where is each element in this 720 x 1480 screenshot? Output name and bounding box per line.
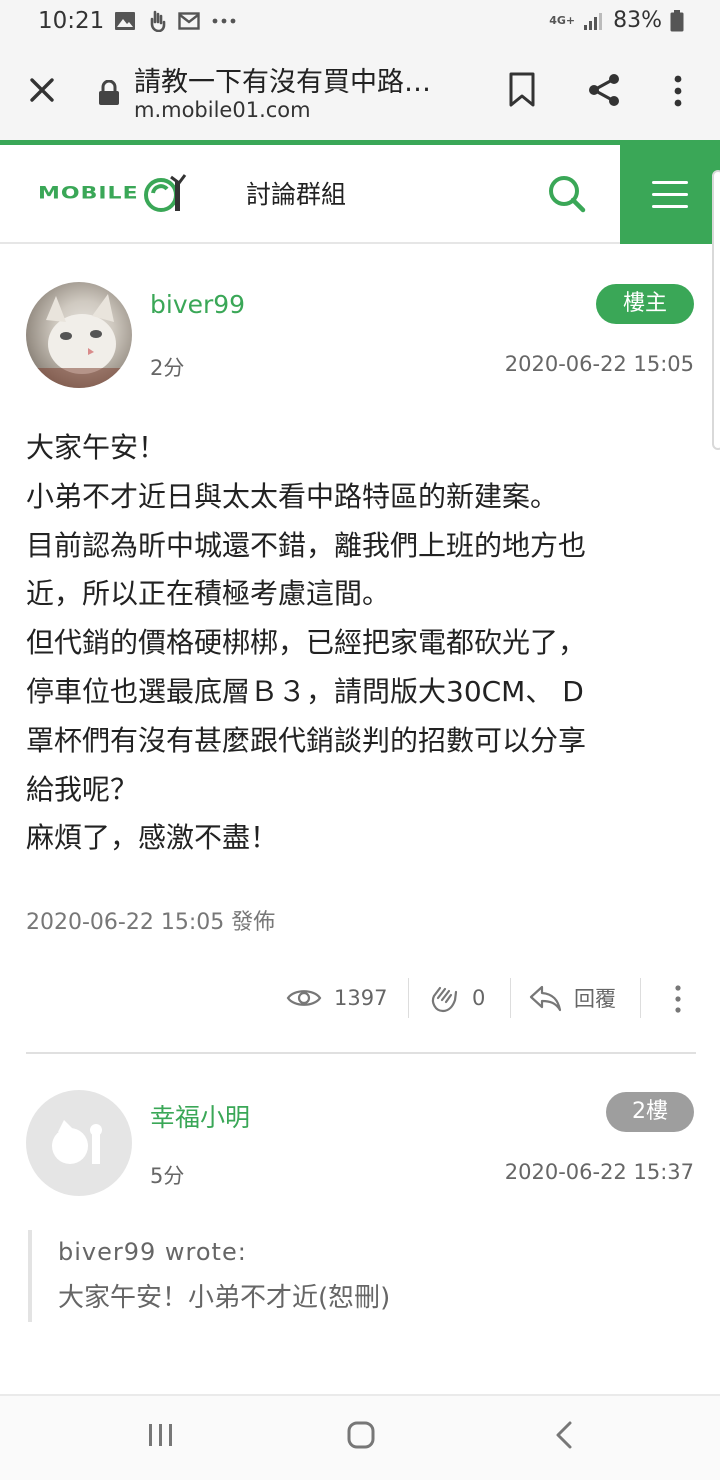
post-line: 給我呢？ [26,772,139,806]
page-title[interactable]: 請教一下有沒有買中路… [134,60,431,99]
more-vert-icon[interactable] [672,984,684,1014]
avatar[interactable] [26,282,132,388]
menu-button[interactable] [620,145,720,244]
cat-avatar-image [26,294,132,388]
post-line: 罩杯們有沒有甚麼跟代銷談判的招數可以分享 [26,723,587,757]
quote-text: 大家午安！小弟不才近(恕刪) [58,1283,391,1313]
side-drawer-handle[interactable] [712,170,720,450]
views-value: 1397 [334,986,388,1010]
action-separator [640,978,641,1018]
posted-date: 2020-06-22 15:05 發佈 [26,910,276,935]
reply-label: 回覆 [574,987,616,1011]
likes-value: 0 [472,986,486,1010]
image-icon [115,12,135,30]
like-button[interactable]: 0 [428,976,485,1020]
post-body: 大家午安！ 小弟不才近日與太太看中路特區的新建案。 目前認為昕中城還不錯，離我們… [26,424,696,863]
back-icon[interactable] [552,1420,576,1450]
post-line: 大家午安！ [26,431,167,464]
post-author[interactable]: 幸福小明 [150,1098,250,1134]
reply-button[interactable]: 回覆 [528,976,616,1020]
status-time: 10:21 [38,8,105,34]
views-count: 1397 [286,976,387,1020]
post-timestamp: 2020-06-22 15:05 [504,352,694,376]
status-right: 4G+ 83% [549,8,684,33]
clap-icon [431,986,458,1013]
mail-icon [178,12,200,30]
logo-mark-icon [143,174,186,212]
post-line: 目前認為昕中城還不錯，離我們上班的地方也 [26,528,587,562]
lock-icon [99,80,119,105]
reply-icon [529,985,562,1012]
menu-bar-icon [652,193,688,196]
floor-badge: 2樓 [606,1092,694,1132]
post-author[interactable]: biver99 [150,290,245,319]
battery-icon [670,9,684,31]
op-badge: 樓主 [596,284,694,324]
network-type: 4G+ [549,13,576,27]
action-separator [408,978,409,1018]
more-vert-icon[interactable] [666,74,690,108]
mobile01-logo[interactable]: MOBILE [38,173,187,213]
post-line: 停車位也選最底層Ｂ３，請問版大30CM、 D [26,674,584,708]
default-avatar-icon [52,1120,102,1164]
search-icon[interactable] [546,173,586,213]
quote-author: biver99 wrote: [58,1238,247,1266]
menu-bar-icon [652,205,688,208]
menu-bar-icon [652,181,688,184]
system-nav-bar [0,1394,720,1480]
quote-block: biver99 wrote: 大家午安！小弟不才近(恕刪) [28,1230,696,1322]
post-timestamp: 2020-06-22 15:37 [504,1160,694,1184]
url-host[interactable]: m.mobile01.com [134,98,311,122]
signal-icon [584,12,603,30]
status-bar: 10:21 4G+ 83% [0,0,720,44]
browser-toolbar: 請教一下有沒有買中路… m.mobile01.com [0,44,720,140]
logo-text: MOBILE [38,183,139,203]
post-age: 2分 [150,356,185,380]
recent-apps-icon[interactable] [146,1420,176,1450]
avatar[interactable] [26,1090,132,1196]
post-divider [26,1052,696,1054]
more-dots-icon [212,18,236,24]
section-title[interactable]: 討論群組 [246,175,346,211]
notification-icons [114,10,236,32]
eye-icon [286,990,322,1006]
post-age: 5分 [150,1164,185,1188]
hand-icon [150,10,166,32]
site-header: MOBILE 討論群組 [0,140,720,244]
close-icon[interactable] [26,74,58,106]
post-line: 近，所以正在積極考慮這間。 [26,577,391,611]
share-icon[interactable] [586,72,622,108]
battery-level: 83% [613,8,662,33]
post-line: 但代銷的價格硬梆梆，已經把家電都砍光了， [26,626,587,660]
post-line: 麻煩了，感激不盡！ [26,821,279,855]
home-icon[interactable] [346,1420,376,1450]
bookmark-icon[interactable] [508,72,536,108]
post-actions: 1397 0 回覆 [0,976,720,1020]
post-line: 小弟不才近日與太太看中路特區的新建案。 [26,479,559,513]
action-separator [510,978,511,1018]
